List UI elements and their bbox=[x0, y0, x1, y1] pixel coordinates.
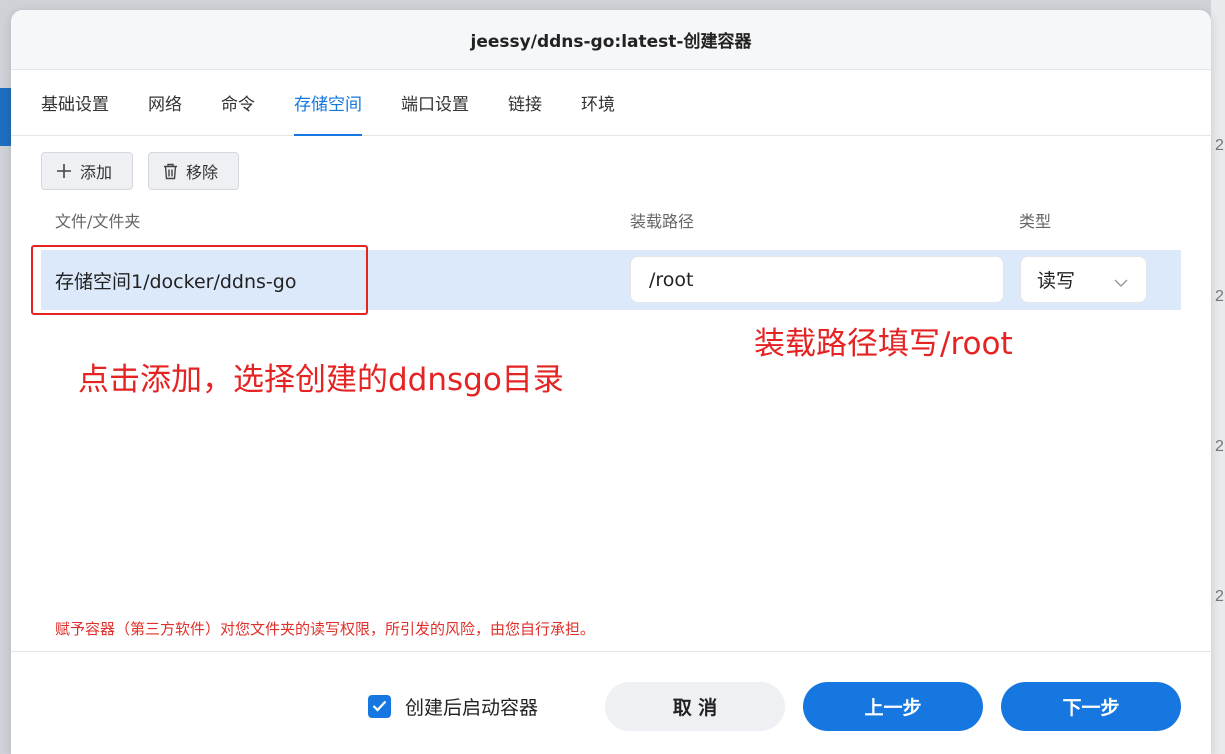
checkmark-icon bbox=[372, 697, 387, 716]
tab-command[interactable]: 命令 bbox=[221, 70, 255, 135]
dialog-header: jeessy/ddns-go:latest-创建容器 bbox=[11, 10, 1211, 70]
annotation-highlight-box bbox=[31, 245, 368, 315]
create-container-dialog: jeessy/ddns-go:latest-创建容器 基础设置 网络 命令 存储… bbox=[11, 10, 1211, 754]
tab-storage[interactable]: 存储空间 bbox=[294, 70, 362, 136]
remove-button-label: 移除 bbox=[186, 163, 219, 182]
type-select-value: 读写 bbox=[1037, 270, 1076, 292]
risk-warning-text: 赋予容器（第三方软件）对您文件夹的读写权限，所引发的风险，由您自行承担。 bbox=[55, 620, 596, 638]
plus-icon bbox=[56, 163, 72, 179]
dialog-footer: 创建后启动容器 取 消 上一步 下一步 bbox=[11, 651, 1211, 754]
tab-port-settings[interactable]: 端口设置 bbox=[401, 70, 469, 135]
next-step-button[interactable]: 下一步 bbox=[1001, 682, 1181, 731]
background-list-edge: 2 2 2 2 bbox=[1211, 0, 1225, 754]
annotation-mount-hint: 装载路径填写/root bbox=[754, 326, 1013, 362]
tab-links[interactable]: 链接 bbox=[508, 70, 542, 135]
background-glyph: 2 bbox=[1215, 438, 1224, 455]
background-glyph: 2 bbox=[1215, 588, 1224, 605]
column-header-mount-path: 装载路径 bbox=[630, 212, 695, 231]
previous-step-button[interactable]: 上一步 bbox=[803, 682, 983, 731]
tab-basic-settings[interactable]: 基础设置 bbox=[41, 70, 109, 135]
remove-button[interactable]: 移除 bbox=[148, 152, 239, 190]
cancel-button[interactable]: 取 消 bbox=[605, 682, 785, 731]
storage-toolbar: 添加 移除 bbox=[41, 152, 239, 190]
background-glyph: 2 bbox=[1215, 288, 1224, 305]
column-header-file: 文件/文件夹 bbox=[55, 212, 141, 231]
trash-icon bbox=[163, 163, 178, 180]
mount-path-input[interactable]: /root bbox=[630, 256, 1004, 303]
tab-network[interactable]: 网络 bbox=[148, 70, 182, 135]
column-header-type: 类型 bbox=[1019, 212, 1052, 231]
annotation-add-hint: 点击添加，选择创建的ddnsgo目录 bbox=[78, 362, 564, 398]
start-after-create-option[interactable]: 创建后启动容器 bbox=[368, 693, 538, 720]
background-glyph: 2 bbox=[1215, 137, 1224, 154]
add-button-label: 添加 bbox=[80, 163, 113, 182]
dialog-title: jeessy/ddns-go:latest-创建容器 bbox=[470, 32, 752, 52]
tab-bar: 基础设置 网络 命令 存储空间 端口设置 链接 环境 bbox=[11, 70, 1211, 136]
type-select[interactable]: 读写 bbox=[1020, 256, 1147, 303]
add-button[interactable]: 添加 bbox=[41, 152, 133, 190]
tab-environment[interactable]: 环境 bbox=[581, 70, 615, 135]
chevron-down-icon bbox=[1114, 271, 1128, 293]
start-after-create-checkbox[interactable] bbox=[368, 695, 391, 718]
start-after-create-label: 创建后启动容器 bbox=[405, 697, 539, 719]
